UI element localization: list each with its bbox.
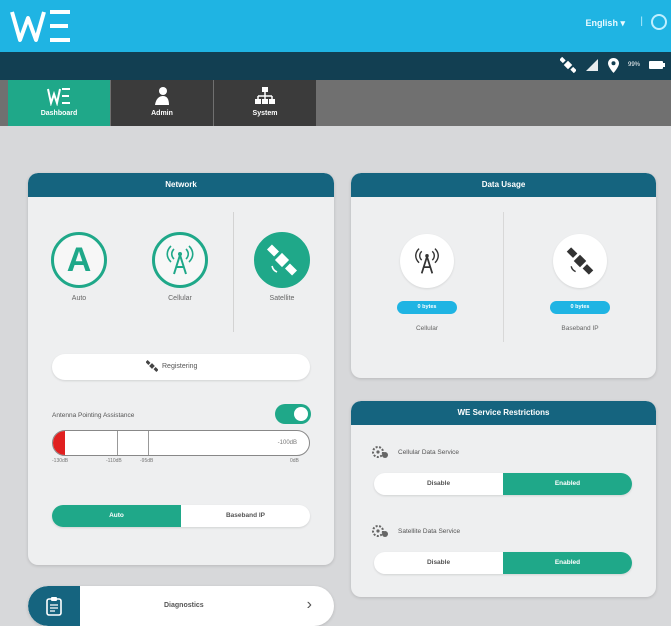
- tab-admin[interactable]: Admin: [111, 80, 213, 126]
- network-title: Network: [28, 173, 334, 197]
- tab-label: Dashboard: [40, 110, 78, 117]
- network-tree-icon: [255, 87, 275, 104]
- diagnostics-label: Diagnostics: [164, 602, 204, 609]
- cell-tower-icon: [415, 248, 439, 274]
- signal-icon: [585, 59, 598, 71]
- tab-label: Admin: [151, 110, 173, 117]
- gauge-tick: -110dB: [106, 458, 122, 464]
- cell-tower-icon: [166, 245, 194, 275]
- mode-label: Auto: [71, 295, 87, 302]
- status-bar: 99%: [0, 52, 671, 80]
- mode-label: Satellite: [269, 295, 295, 302]
- divider: [503, 212, 504, 342]
- cellular-service-label: Cellular Data Service: [398, 449, 460, 456]
- cellular-usage-icon: [400, 234, 454, 288]
- satellite-icon: [266, 244, 298, 276]
- header-separator: |: [640, 16, 643, 27]
- cellular-usage-label: Cellular: [415, 325, 439, 332]
- chevron-right-icon: ›: [306, 596, 312, 613]
- signal-gauge: -100dB: [52, 430, 310, 456]
- gauge-tick: -95dB: [140, 458, 154, 464]
- battery-icon: [649, 61, 665, 69]
- gauge-marker: [148, 431, 149, 455]
- service-restrictions-title: WE Service Restrictions: [351, 401, 656, 425]
- satellite-service-disable[interactable]: Disable: [374, 552, 503, 574]
- letter-a-icon: A: [66, 240, 92, 279]
- signal-level-fill: [53, 431, 65, 455]
- satellite-icon: [559, 57, 576, 73]
- satellite-service-toggle: Disable Enabled: [374, 552, 632, 574]
- mode-cellular-circle: [152, 232, 208, 288]
- cellular-usage-value: 0 bytes: [397, 301, 457, 314]
- satellite-service-enabled[interactable]: Enabled: [503, 552, 632, 574]
- top-header: English ▾ |: [0, 0, 671, 52]
- location-icon: [607, 57, 619, 73]
- route-option-baseband-ip[interactable]: Baseband IP: [181, 505, 310, 527]
- chevron-down-icon: ▾: [620, 18, 625, 28]
- data-usage-title: Data Usage: [351, 173, 656, 197]
- power-icon[interactable]: [651, 14, 667, 30]
- mode-cellular[interactable]: Cellular: [149, 232, 211, 302]
- gauge-tick: 0dB: [290, 458, 299, 464]
- baseband-usage-label: Baseband IP: [561, 325, 599, 332]
- mode-auto[interactable]: A Auto: [48, 232, 110, 302]
- diagnostics-icon-box: [28, 586, 80, 626]
- tab-label: System: [252, 110, 278, 117]
- battery-percent: 99%: [627, 62, 640, 68]
- baseband-usage-icon: [553, 234, 607, 288]
- tab-system[interactable]: System: [214, 80, 316, 126]
- cellular-service-toggle: Disable Enabled: [374, 473, 632, 495]
- mode-auto-circle: A: [51, 232, 107, 288]
- registration-status: Registering: [52, 354, 310, 380]
- clipboard-icon: [46, 597, 62, 616]
- diagnostics-button[interactable]: Diagnostics ›: [28, 586, 334, 626]
- satellite-icon: [566, 247, 594, 275]
- antenna-toggle[interactable]: [275, 404, 311, 424]
- signal-value: -100dB: [277, 440, 297, 446]
- language-selector[interactable]: English ▾: [585, 18, 625, 29]
- we-logo: [10, 10, 70, 42]
- gauge-tick: -130dB: [52, 458, 69, 464]
- mode-satellite[interactable]: Satellite: [251, 232, 313, 302]
- mode-label: Cellular: [168, 295, 192, 302]
- antenna-label: Antenna Pointing Assistance: [52, 412, 135, 419]
- route-option-auto[interactable]: Auto: [52, 505, 181, 527]
- satellite-service-label: Satellite Data Service: [398, 528, 461, 535]
- route-selector: Auto Baseband IP: [52, 505, 310, 527]
- gauge-marker: [117, 431, 118, 455]
- divider: [233, 212, 234, 332]
- user-icon: [155, 87, 169, 105]
- cellular-service-enabled[interactable]: Enabled: [503, 473, 632, 495]
- baseband-usage-value: 0 bytes: [550, 301, 610, 314]
- gear-icon: [372, 525, 388, 537]
- satellite-icon: [146, 360, 158, 372]
- gear-icon: [372, 446, 388, 458]
- cellular-service-disable[interactable]: Disable: [374, 473, 503, 495]
- tab-dashboard[interactable]: Dashboard: [8, 80, 110, 126]
- registration-text: Registering: [162, 363, 198, 370]
- main-nav: Dashboard Admin System: [0, 80, 671, 126]
- we-logo-icon: [47, 88, 70, 106]
- mode-satellite-circle: [254, 232, 310, 288]
- language-label: English: [585, 18, 618, 28]
